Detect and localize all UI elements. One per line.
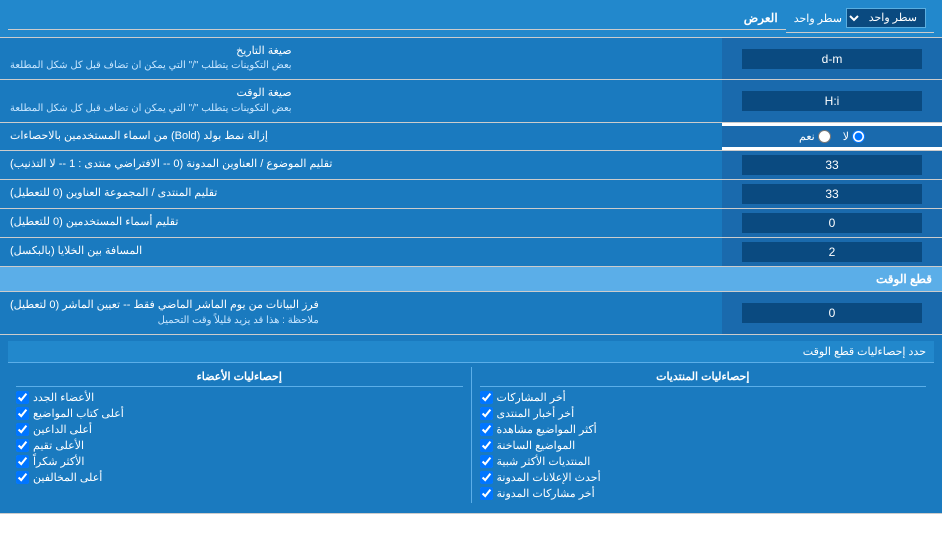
gap-input-wrap [722,238,942,266]
dropdown-wrap[interactable]: سطر واحدسطرينثلاثة أسطر سطر واحد [786,4,934,33]
list-item: المنتديات الأكثر شبية [480,455,927,468]
cutoff-row: فرز البيانات من يوم الماشر الماضي فقط --… [0,292,942,334]
list-item: الأعضاء الجدد [16,391,463,404]
list-item: أعلى كتاب المواضيع [16,407,463,420]
col1-check-0[interactable] [480,391,493,404]
bold-yes-radio[interactable] [818,130,831,143]
forum-groups-label: تقليم المنتدى / المجموعة العناوين (0 للت… [0,180,722,208]
bold-no-label[interactable]: لا [843,130,865,143]
display-select[interactable]: سطر واحدسطرينثلاثة أسطر [846,8,926,28]
usernames-input[interactable] [742,213,922,233]
col2-check-2[interactable] [16,423,29,436]
col1-check-3[interactable] [480,439,493,452]
cutoff-input-wrap [722,292,942,333]
usernames-row: تقليم أسماء المستخدمين (0 للتعطيل) [0,209,942,238]
gap-label: المسافة بين الخلايا (بالبكسل) [0,238,722,266]
header-row: سطر واحدسطرينثلاثة أسطر سطر واحد العرض [0,0,942,38]
time-format-input-wrap [722,80,942,121]
list-item: أحدث الإعلانات المدونة [480,471,927,484]
gap-row: المسافة بين الخلايا (بالبكسل) [0,238,942,267]
col1: إحصاءليات المنتديات أخر المشاركات أخر أخ… [472,363,935,507]
list-item: أعلى المخالفين [16,471,463,484]
checkboxes-grid: إحصاءليات المنتديات أخر المشاركات أخر أخ… [8,363,934,507]
col1-header: إحصاءليات المنتديات [480,367,927,387]
col1-check-4[interactable] [480,455,493,468]
time-format-input[interactable] [742,91,922,111]
forum-groups-row: تقليم المنتدى / المجموعة العناوين (0 للت… [0,180,942,209]
col2-check-0[interactable] [16,391,29,404]
main-container: سطر واحدسطرينثلاثة أسطر سطر واحد العرض ص… [0,0,942,514]
list-item: أخر المشاركات [480,391,927,404]
date-format-row: صيغة التاريخ بعض التكوينات يتطلب "/" الت… [0,38,942,80]
list-item: أخر أخبار المنتدى [480,407,927,420]
date-format-input-wrap [722,38,942,79]
col1-check-6[interactable] [480,487,493,500]
col1-check-1[interactable] [480,407,493,420]
usernames-input-wrap [722,209,942,237]
list-item: أخر مشاركات المدونة [480,487,927,500]
topics-title-row: تقليم الموضوع / العناوين المدونة (0 -- ا… [0,151,942,180]
bold-row: لا نعم إزالة نمط بولد (Bold) من اسماء ال… [0,123,942,151]
date-format-label: صيغة التاريخ بعض التكوينات يتطلب "/" الت… [0,38,722,79]
time-format-row: صيغة الوقت بعض التكوينات يتطلب "/" التي … [0,80,942,122]
bold-no-radio[interactable] [852,130,865,143]
col2-check-1[interactable] [16,407,29,420]
list-item: أعلى الداعين [16,423,463,436]
bold-yes-label[interactable]: نعم [799,130,831,143]
dropdown-label: سطر واحد [794,12,842,25]
date-format-input[interactable] [742,49,922,69]
list-item: الأكثر شكراً [16,455,463,468]
col2-check-4[interactable] [16,455,29,468]
col-divider [471,367,472,503]
usernames-label: تقليم أسماء المستخدمين (0 للتعطيل) [0,209,722,237]
checkboxes-section: حدد إحصاءليات قطع الوقت إحصاءليات المنتد… [0,335,942,514]
list-item: أكثر المواضيع مشاهدة [480,423,927,436]
col2-check-3[interactable] [16,439,29,452]
list-item: الأعلى تقيم [16,439,463,452]
col1-check-5[interactable] [480,471,493,484]
list-item: المواضيع الساخنة [480,439,927,452]
gap-input[interactable] [742,242,922,262]
topics-title-input-wrap [722,151,942,179]
page-title: العرض [8,7,786,30]
section-header: قطع الوقت [0,267,942,292]
col2: إحصاءليات الأعضاء الأعضاء الجدد أعلى كتا… [8,363,471,507]
col2-header: إحصاءليات الأعضاء [16,367,463,387]
topics-title-input[interactable] [742,155,922,175]
forum-groups-input[interactable] [742,184,922,204]
bold-label: إزالة نمط بولد (Bold) من اسماء المستخدمي… [0,123,722,150]
col1-check-2[interactable] [480,423,493,436]
cutoff-label: فرز البيانات من يوم الماشر الماضي فقط --… [0,292,722,333]
forum-groups-input-wrap [722,180,942,208]
col2-check-5[interactable] [16,471,29,484]
stats-header: حدد إحصاءليات قطع الوقت [8,341,934,363]
cutoff-input[interactable] [742,303,922,323]
bold-radio-options: لا نعم [722,126,942,147]
topics-title-label: تقليم الموضوع / العناوين المدونة (0 -- ا… [0,151,722,179]
time-format-label: صيغة الوقت بعض التكوينات يتطلب "/" التي … [0,80,722,121]
